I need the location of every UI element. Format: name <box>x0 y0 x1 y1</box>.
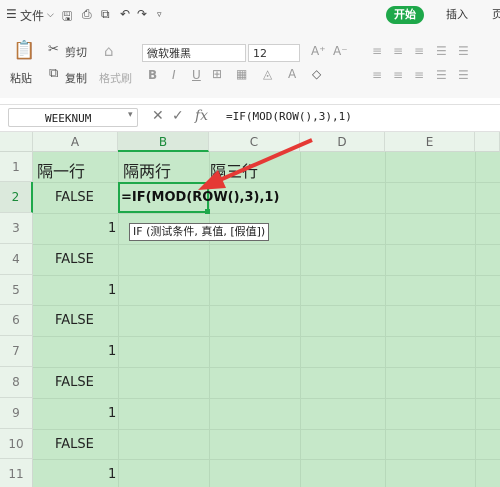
row-header-7[interactable]: 7 <box>0 336 33 367</box>
increase-font-icon[interactable]: A⁺ <box>311 44 326 58</box>
fx-icon[interactable]: fx <box>195 108 208 124</box>
cell-a6[interactable]: FALSE <box>55 313 94 328</box>
cell-a1[interactable]: 隔一行 <box>37 158 85 182</box>
fill-color-icon[interactable]: ▦ <box>236 67 247 81</box>
cell-a5[interactable]: 1 <box>108 283 116 298</box>
align-center-icon[interactable]: ≡ <box>393 68 403 82</box>
cell-b1[interactable]: 隔两行 <box>123 158 171 182</box>
redo-icon[interactable]: ↷ <box>137 7 147 21</box>
cut-button[interactable]: 剪切 <box>65 44 87 60</box>
tab-home[interactable]: 开始 <box>386 6 424 24</box>
distributed-icon[interactable]: ☰ <box>458 68 469 82</box>
tab-insert[interactable]: 插入 <box>438 6 476 24</box>
italic-button[interactable]: I <box>172 68 176 82</box>
decrease-font-icon[interactable]: A⁻ <box>333 44 348 58</box>
align-middle-icon[interactable]: ≡ <box>393 44 403 58</box>
undo-icon[interactable]: ↶ <box>120 7 130 21</box>
tab-page[interactable]: 页 <box>484 6 500 24</box>
row-header-10[interactable]: 10 <box>0 429 33 459</box>
row-header-1[interactable]: 1 <box>0 152 33 182</box>
column-header-a[interactable]: A <box>33 132 118 152</box>
row-header-11[interactable]: 11 <box>0 459 33 487</box>
formula-bar: WEEKNUM ▾ ✕ ✓ fx =IF(MOD(ROW(),3),1) <box>0 104 500 132</box>
align-bottom-icon[interactable]: ≡ <box>414 44 424 58</box>
formula-input[interactable]: =IF(MOD(ROW(),3),1) <box>226 110 352 123</box>
spreadsheet-grid: A B C D E 1 2 3 4 5 6 7 8 9 10 11 隔一行 隔两… <box>0 132 500 487</box>
cell-a2[interactable]: FALSE <box>55 190 94 205</box>
font-color-icon[interactable]: A <box>288 67 296 81</box>
cell-a7[interactable]: 1 <box>108 344 116 359</box>
font-name-select[interactable]: 微软雅黑 <box>142 44 246 62</box>
customize-icon[interactable]: ▿ <box>157 10 162 20</box>
row-header-2[interactable]: 2 <box>0 182 33 213</box>
format-painter-button[interactable]: 格式刷 <box>99 70 132 86</box>
format-painter-icon[interactable]: ⌂ <box>104 42 114 60</box>
name-box[interactable]: WEEKNUM <box>8 108 138 127</box>
border-icon[interactable]: ⊞ <box>212 67 222 81</box>
outdent-icon[interactable]: ☰ <box>458 44 469 58</box>
chevron-down-icon[interactable]: ⌵ <box>47 10 54 20</box>
copy-button[interactable]: 复制 <box>65 70 87 86</box>
column-header-d[interactable]: D <box>300 132 385 152</box>
file-menu[interactable]: 文件 <box>20 7 44 24</box>
cell-a10[interactable]: FALSE <box>55 437 94 452</box>
clear-format-icon[interactable]: ◇ <box>312 67 321 81</box>
column-header-f[interactable] <box>475 132 500 152</box>
cut-icon[interactable]: ✂ <box>48 42 59 57</box>
align-right-icon[interactable]: ≡ <box>414 68 424 82</box>
chevron-down-icon[interactable]: ▾ <box>128 110 133 120</box>
cancel-icon[interactable]: ✕ <box>152 108 164 124</box>
cell-c1[interactable]: 隔三行 <box>210 158 258 182</box>
cell-a11[interactable]: 1 <box>108 467 116 482</box>
row-header-4[interactable]: 4 <box>0 244 33 275</box>
cell-a3[interactable]: 1 <box>108 221 116 236</box>
menu-bar: ☰ 文件 ⌵ 🖫 ⎙ ⧉ ↶ ↷ ▿ 开始 插入 页 <box>0 0 500 30</box>
print-preview-icon[interactable]: ⧉ <box>101 7 110 22</box>
function-hint-tooltip: IF (测试条件, 真值, [假值]) <box>129 223 270 241</box>
cell-a8[interactable]: FALSE <box>55 375 94 390</box>
row-header-9[interactable]: 9 <box>0 398 33 429</box>
align-top-icon[interactable]: ≡ <box>372 44 382 58</box>
justify-icon[interactable]: ☰ <box>436 68 447 82</box>
column-header-c[interactable]: C <box>209 132 300 152</box>
cell-a9[interactable]: 1 <box>108 406 116 421</box>
confirm-icon[interactable]: ✓ <box>172 108 184 124</box>
underline-button[interactable]: U <box>192 68 201 82</box>
highlight-icon[interactable]: ◬ <box>263 67 272 81</box>
row-header-5[interactable]: 5 <box>0 275 33 305</box>
copy-icon[interactable]: ⧉ <box>49 66 58 81</box>
row-header-8[interactable]: 8 <box>0 367 33 398</box>
save-icon[interactable]: 🖫 <box>62 7 72 28</box>
ribbon: ☰ 文件 ⌵ 🖫 ⎙ ⧉ ↶ ↷ ▿ 开始 插入 页 📋 粘贴 ✂ 剪切 ⧉ 复… <box>0 0 500 98</box>
row-header-6[interactable]: 6 <box>0 305 33 336</box>
hamburger-icon[interactable]: ☰ <box>6 7 17 21</box>
align-left-icon[interactable]: ≡ <box>372 68 382 82</box>
paste-icon[interactable]: 📋 <box>13 40 35 61</box>
paste-button[interactable]: 粘贴 <box>10 70 32 86</box>
print-icon[interactable]: ⎙ <box>82 7 92 22</box>
font-size-select[interactable]: 12 <box>248 44 300 62</box>
row-header-3[interactable]: 3 <box>0 213 33 244</box>
indent-icon[interactable]: ☰ <box>436 44 447 58</box>
column-header-b[interactable]: B <box>118 132 209 152</box>
bold-button[interactable]: B <box>148 68 157 82</box>
fill-handle[interactable] <box>205 209 210 214</box>
cell-a4[interactable]: FALSE <box>55 252 94 267</box>
column-header-e[interactable]: E <box>385 132 475 152</box>
cell-b2-formula[interactable]: =IF(MOD(ROW(),3),1) <box>121 190 279 205</box>
select-all-corner[interactable] <box>0 132 33 152</box>
